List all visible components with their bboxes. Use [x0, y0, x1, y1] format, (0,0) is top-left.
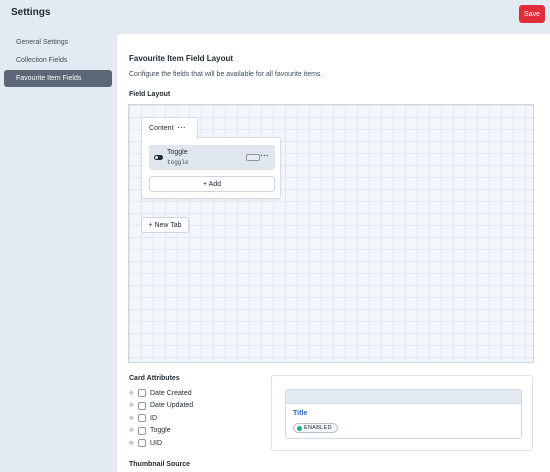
preview-title[interactable]: Title [293, 410, 307, 417]
field-name: Toggle [167, 149, 188, 156]
save-button[interactable]: Save [519, 5, 545, 23]
list-item: ✥ Date Updated [129, 400, 193, 412]
card-preview: Title ENABLED [271, 375, 533, 451]
uid-checkbox[interactable] [138, 439, 146, 447]
field-layout-designer[interactable]: Content ··· Toggle toggle ··· + Add + Ne… [128, 104, 534, 363]
move-icon[interactable]: ✥ [129, 390, 138, 397]
section-description: Configure the fields that will be availa… [129, 71, 323, 78]
attribute-label: UID [150, 439, 163, 447]
thumbnail-source-label: Thumbnail Source [129, 461, 191, 468]
sidebar-item-favourite-item-fields[interactable]: Favourite Item Fields [4, 70, 112, 87]
status-dot-icon [297, 425, 302, 431]
add-field-button[interactable]: + Add [149, 176, 275, 192]
move-icon[interactable]: ✥ [129, 427, 138, 434]
page-title: Settings [11, 7, 51, 18]
move-icon[interactable]: ✥ [129, 415, 138, 422]
attribute-label: Date Updated [150, 402, 194, 409]
attribute-label: ID [150, 414, 157, 422]
list-item: ✥ ID [129, 412, 193, 424]
move-icon[interactable]: ✥ [129, 440, 138, 447]
main-panel: Favourite Item Field Layout Configure th… [117, 34, 550, 472]
id-checkbox[interactable] [138, 414, 146, 422]
tab-label: Content [149, 125, 174, 132]
attribute-label: Toggle [150, 427, 171, 434]
toggle-icon [154, 155, 163, 160]
field-handle: toggle [167, 159, 189, 166]
date-updated-checkbox[interactable] [138, 401, 146, 410]
status-badge: ENABLED [293, 423, 338, 433]
ellipsis-icon[interactable]: ··· [178, 125, 187, 132]
toggle-checkbox[interactable] [138, 426, 146, 435]
new-tab-button[interactable]: + New Tab [141, 217, 189, 233]
move-icon[interactable]: ✥ [129, 402, 138, 409]
status-label: ENABLED [304, 425, 332, 431]
date-created-checkbox[interactable] [138, 389, 146, 397]
card-attributes-list: ✥ Date Created ✥ Date Updated ✥ ID ✥ Tog… [129, 387, 193, 450]
field-row-toggle[interactable]: Toggle toggle ··· [149, 145, 275, 170]
tab-content[interactable]: Content ··· [141, 117, 198, 139]
section-heading: Favourite Item Field Layout [129, 54, 234, 63]
attribute-label: Date Created [150, 389, 192, 397]
preview-card: Title ENABLED [285, 389, 522, 439]
sidebar-item-collection-fields[interactable]: Collection Fields [4, 52, 112, 69]
card-attributes-label: Card Attributes [129, 375, 180, 382]
field-layout-label: Field Layout [129, 91, 171, 98]
ellipsis-icon[interactable]: ··· [261, 153, 270, 160]
preview-thumbnail [286, 390, 521, 404]
list-item: ✥ Date Created [129, 387, 193, 399]
tab-content-panel: Toggle toggle ··· + Add [141, 137, 281, 199]
sidebar: General Settings Collection Fields Favou… [4, 34, 112, 88]
list-item: ✥ UID [129, 437, 193, 449]
list-item: ✥ Toggle [129, 425, 193, 437]
top-bar: Settings Save [0, 0, 550, 30]
sidebar-item-general-settings[interactable]: General Settings [4, 34, 112, 51]
field-width-chip[interactable] [246, 154, 260, 161]
